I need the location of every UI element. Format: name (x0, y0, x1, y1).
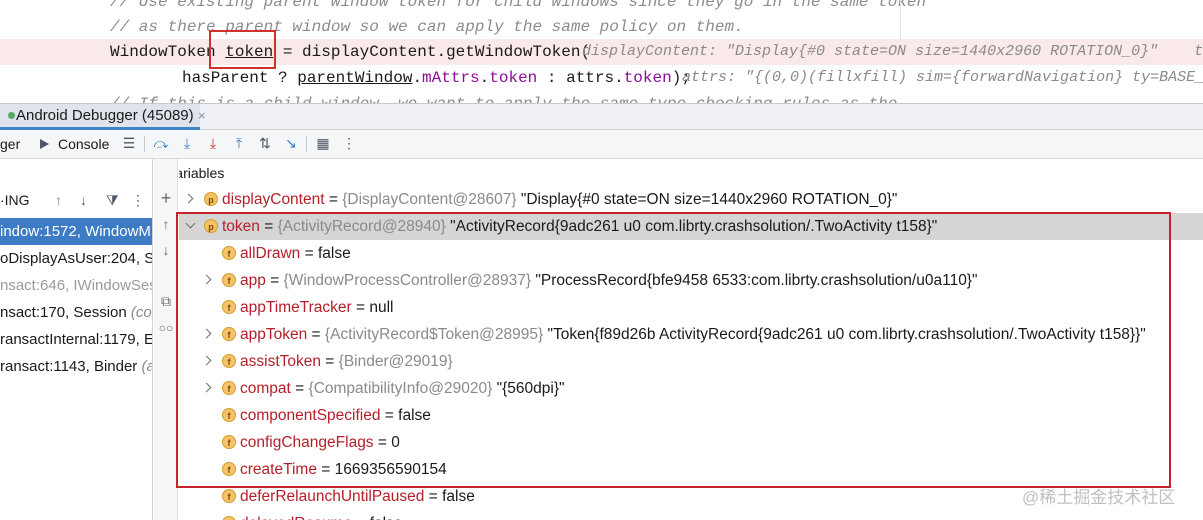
arrow-up-icon[interactable]: ↑ (55, 192, 62, 208)
more-icon[interactable]: ⋮ (340, 134, 358, 152)
add-watch-icon[interactable]: + (157, 189, 175, 207)
code-line-4[interactable]: hasParent ? parentWindow.mAttrs.token : … (0, 65, 1203, 91)
arrow-up-icon[interactable]: ↑ (157, 215, 175, 233)
toolbar-separator (144, 136, 145, 152)
frames-panel: ·ING ↑ ↓ ⧩ ⋮ indow:1572, WindowM oDispla… (0, 159, 153, 520)
toolbar-separator (306, 136, 307, 152)
field-icon: f (222, 489, 236, 503)
code-text: WindowToken token = displayContent.getWi… (110, 43, 591, 61)
debugger-status-icon (8, 112, 15, 119)
variables-side-toolbar: + ↑ ↓ ⧉ ○○ (154, 159, 178, 520)
variables-title: Variables (179, 165, 225, 181)
drop-frame-icon[interactable]: ⇅ (256, 134, 274, 152)
frame-item[interactable]: nsact:170, Session (co (0, 299, 152, 326)
more-icon[interactable]: ⋮ (131, 192, 145, 209)
frame-item[interactable]: ransactInternal:1179, E (0, 326, 152, 353)
console-icon (40, 139, 49, 149)
inline-value-hint: attrs: "{(0,0)(fillxfill) sim={forwardNa… (682, 69, 1203, 86)
force-step-into-icon[interactable]: ⤓ (204, 134, 222, 152)
step-into-icon[interactable]: ⤓ (178, 134, 196, 152)
arrow-down-icon[interactable]: ↓ (80, 192, 87, 208)
step-out-icon[interactable]: ⤒ (230, 134, 248, 152)
frame-item[interactable]: nsact:646, IWindowSes (0, 272, 152, 299)
editor-margin-line (900, 0, 901, 40)
code-line-5[interactable]: // If this is a child window, we want to… (0, 91, 1203, 103)
parameter-icon: p (204, 192, 218, 206)
frame-item[interactable]: oDisplayAsUser:204, Se (0, 245, 152, 272)
code-line-3[interactable]: WindowToken token = displayContent.getWi… (0, 39, 1203, 65)
tab-label: Android Debugger (45089) (16, 107, 194, 124)
code-comment: // Use existing parent window token for … (110, 0, 927, 11)
code-comment: // as there parent window so we can appl… (110, 18, 744, 36)
variable-row[interactable]: p displayContent = {DisplayContent@28607… (179, 186, 1203, 213)
frames-header: ·ING ↑ ↓ ⧩ ⋮ (0, 187, 152, 215)
arrow-down-icon[interactable]: ↓ (157, 241, 175, 259)
tab-console[interactable]: Console (58, 136, 109, 152)
watermark: @稀土掘金技术社区 (1022, 488, 1176, 507)
tab-android-debugger[interactable]: Android Debugger (45089) (0, 104, 200, 130)
frame-item[interactable]: indow:1572, WindowM (0, 218, 152, 245)
code-editor[interactable]: // Use existing parent window token for … (0, 0, 1203, 103)
filter-icon[interactable]: ⧩ (106, 192, 119, 209)
debugger-toolbar: ger Console ☰ ⤼ ⤓ ⤓ ⤒ ⇅ ↘ ▦ ⋮ (0, 130, 1203, 159)
code-line-2[interactable]: // as there parent window so we can appl… (0, 14, 1203, 40)
chevron-right-icon[interactable] (183, 193, 194, 204)
evaluate-icon[interactable]: ▦ (314, 134, 332, 152)
token-highlight-box (209, 30, 276, 69)
copy-icon[interactable]: ⧉ (157, 292, 175, 310)
frame-item[interactable]: ransact:1143, Binder (a (0, 353, 152, 380)
variable-text: displayContent = {DisplayContent@28607} … (222, 191, 898, 208)
run-to-cursor-icon[interactable]: ↘ (282, 134, 300, 152)
variable-text: delayedResume = false (240, 510, 402, 520)
close-icon[interactable]: × (198, 108, 206, 123)
debug-tool-window-tabs: Android Debugger (45089) × (0, 103, 1203, 130)
variable-row[interactable]: f delayedResume = false (179, 510, 1203, 520)
field-icon: f (222, 516, 236, 520)
menu-icon[interactable]: ☰ (120, 134, 138, 152)
code-comment: // If this is a child window, we want to… (110, 91, 897, 103)
tab-debugger[interactable]: ger (0, 136, 20, 152)
code-line-1[interactable]: // Use existing parent window token for … (0, 0, 1203, 15)
step-over-icon[interactable]: ⤼ (152, 134, 170, 152)
glasses-icon[interactable]: ○○ (157, 319, 175, 337)
token-fields-highlight-box (176, 212, 1171, 488)
inline-value-hint: displayContent: "Display{#0 state=ON siz… (582, 43, 1203, 60)
thread-selector[interactable]: ·ING (0, 192, 30, 208)
